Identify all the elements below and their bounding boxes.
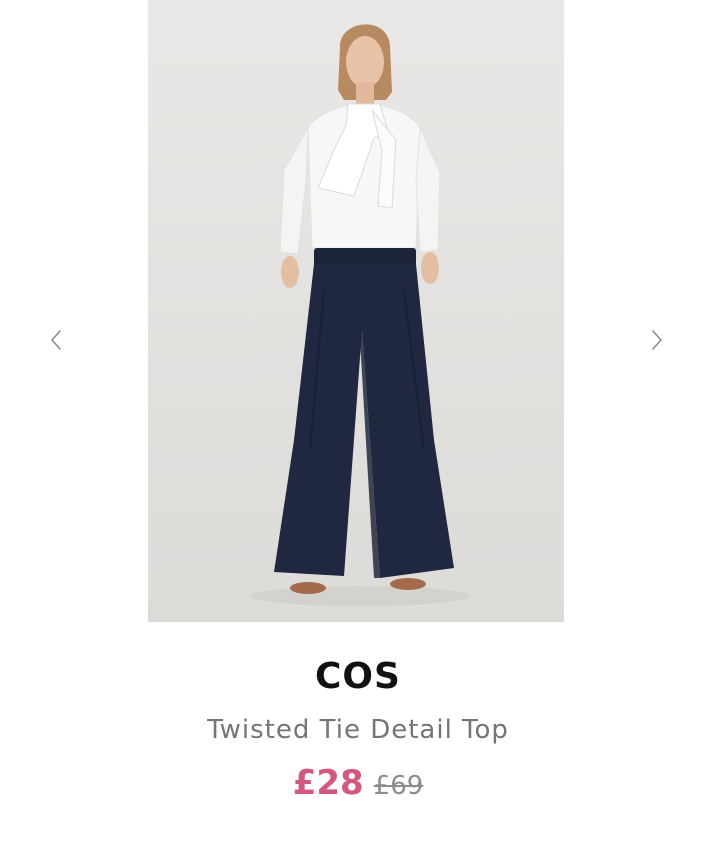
model-photo [148, 0, 564, 622]
next-image-button[interactable] [642, 324, 672, 356]
brand-name[interactable]: COS [0, 654, 716, 700]
original-price: £69 [373, 771, 424, 801]
chevron-right-icon [652, 330, 662, 350]
chevron-left-icon [51, 330, 61, 350]
sale-price: £28 [292, 763, 364, 803]
product-title[interactable]: Twisted Tie Detail Top [0, 712, 716, 748]
product-card: COS Twisted Tie Detail Top £28 £69 [0, 0, 716, 859]
product-image[interactable] [148, 0, 564, 622]
price-row: £28 £69 [0, 758, 716, 814]
previous-image-button[interactable] [41, 324, 71, 356]
